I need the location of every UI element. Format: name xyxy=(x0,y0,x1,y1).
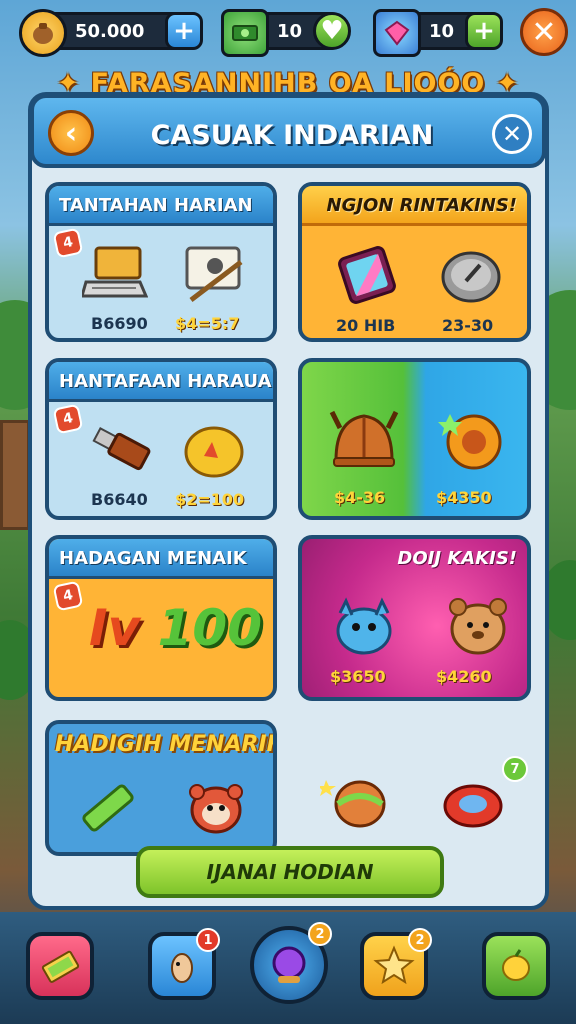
offer-card-daily-tasks[interactable]: TANTAHAN HARIAN 4 B6690 $4=5:7 xyxy=(45,182,277,342)
bear-plush-icon xyxy=(181,774,251,840)
card-title: TANTAHAN HARIAN xyxy=(59,195,253,216)
add-cash-button[interactable]: ♥ xyxy=(313,12,351,50)
tablet-icon xyxy=(330,242,404,308)
nav-cash-button[interactable] xyxy=(26,932,94,1000)
back-button[interactable]: ‹ xyxy=(48,110,94,156)
card-header: DOIJ KAKIS! xyxy=(302,539,527,579)
card-header: HADAGAN MENAIK xyxy=(49,539,273,579)
card-header: HANTAFAAN HARAUAN xyxy=(49,362,273,402)
claim-rewards-button[interactable]: IJANAI HODIAN xyxy=(136,846,444,898)
card-title: HADIGIH MENARIKS xyxy=(55,732,277,757)
green-bar-icon xyxy=(77,778,139,838)
map-icon xyxy=(179,240,249,306)
card-title: DOIJ KAKIS! xyxy=(397,548,517,569)
card-title: HADAGAN MENAIK xyxy=(59,548,247,569)
offer-card-rewards[interactable]: HADIGIH MENARIKS xyxy=(45,720,277,856)
price-left: $3650 xyxy=(330,667,386,686)
cash-stack-icon xyxy=(41,950,80,983)
panel-header: ‹ CASUAK INDARIAN ✕ xyxy=(30,94,546,168)
crystal-ball-icon xyxy=(272,946,306,983)
cash-icon xyxy=(221,9,269,57)
coin-pouch-icon xyxy=(19,9,67,57)
disc-icon xyxy=(438,772,508,836)
usb-stick-icon xyxy=(85,418,155,480)
cash-counter: 10 ♥ xyxy=(221,9,351,57)
nav-home-button[interactable]: 2 xyxy=(250,922,332,1004)
offer-card-items[interactable]: $4-36 $4350 xyxy=(298,358,531,520)
offer-card-weekly[interactable]: HANTAFAAN HARAUAN 4 B6640 $2=100 xyxy=(45,358,277,520)
helmet-icon xyxy=(324,402,404,478)
card-badge: 4 xyxy=(52,403,84,435)
price-left: B6640 xyxy=(91,490,148,509)
price-right: $4260 xyxy=(436,667,492,686)
panel-close-button[interactable]: ✕ xyxy=(492,114,532,154)
nav-badge: 2 xyxy=(308,922,332,946)
promo-left: Iv xyxy=(89,599,141,657)
price-left: 20 HIB xyxy=(336,316,396,335)
offer-card-special[interactable]: NGJON RINTAKINS! 20 HIB 23-30 xyxy=(298,182,531,342)
promo-text: Iv 100 xyxy=(89,599,262,657)
candy-icon xyxy=(318,768,402,840)
golden-shield-icon xyxy=(179,420,249,484)
nav-rewards-button[interactable]: 2 xyxy=(360,928,432,1000)
nav-badge: 1 xyxy=(196,928,220,952)
ring-icon xyxy=(436,404,512,478)
frying-pan-icon xyxy=(434,244,508,306)
price-right: $4=5:7 xyxy=(175,314,240,333)
star-icon xyxy=(373,945,415,985)
card-header: NGJON RINTAKINS! xyxy=(302,186,527,226)
nav-pet-button[interactable]: 1 xyxy=(148,928,220,1000)
price-left: $4-36 xyxy=(334,488,386,507)
gem-counter: 10 + xyxy=(373,9,503,57)
blue-pet-icon xyxy=(324,589,404,663)
pet-icon xyxy=(171,953,193,983)
notification-badge: 7 xyxy=(502,756,528,782)
close-screen-button[interactable]: ✕ xyxy=(520,8,568,56)
promo-right: 100 xyxy=(157,599,262,657)
nav-badge: 2 xyxy=(408,928,432,952)
card-title: HANTAFAAN HARAUAN xyxy=(59,371,277,392)
lemon-icon xyxy=(502,949,530,981)
card-title: NGJON RINTAKINS! xyxy=(326,195,518,216)
coin-counter: 50.000 + xyxy=(19,9,203,57)
coin-amount: 50.000 xyxy=(75,20,145,42)
add-coins-button[interactable]: + xyxy=(165,12,203,50)
price-left: B6690 xyxy=(91,314,148,333)
brown-pet-icon xyxy=(438,587,518,663)
offer-card-promo[interactable]: HADAGAN MENAIK 4 Iv 100 xyxy=(45,535,277,701)
cash-amount: 10 xyxy=(277,20,303,42)
price-right: 23-30 xyxy=(442,316,494,335)
card-header: TANTAHAN HARIAN xyxy=(49,186,273,226)
panel-title: CASUAK INDARIAN xyxy=(150,120,434,151)
price-right: $2=100 xyxy=(175,490,245,509)
laptop-icon xyxy=(79,242,151,304)
price-right: $4350 xyxy=(436,488,492,507)
gem-amount: 10 xyxy=(429,20,455,42)
top-currency-bar: 50.000 + 10 ♥ 10 + ✕ xyxy=(0,0,576,62)
add-gems-button[interactable]: + xyxy=(465,12,503,50)
gem-icon xyxy=(373,9,421,57)
offer-card-pets[interactable]: DOIJ KAKIS! $3650 $4260 xyxy=(298,535,531,701)
card-badge: 4 xyxy=(52,580,84,612)
nav-shop-button[interactable] xyxy=(482,932,550,1000)
